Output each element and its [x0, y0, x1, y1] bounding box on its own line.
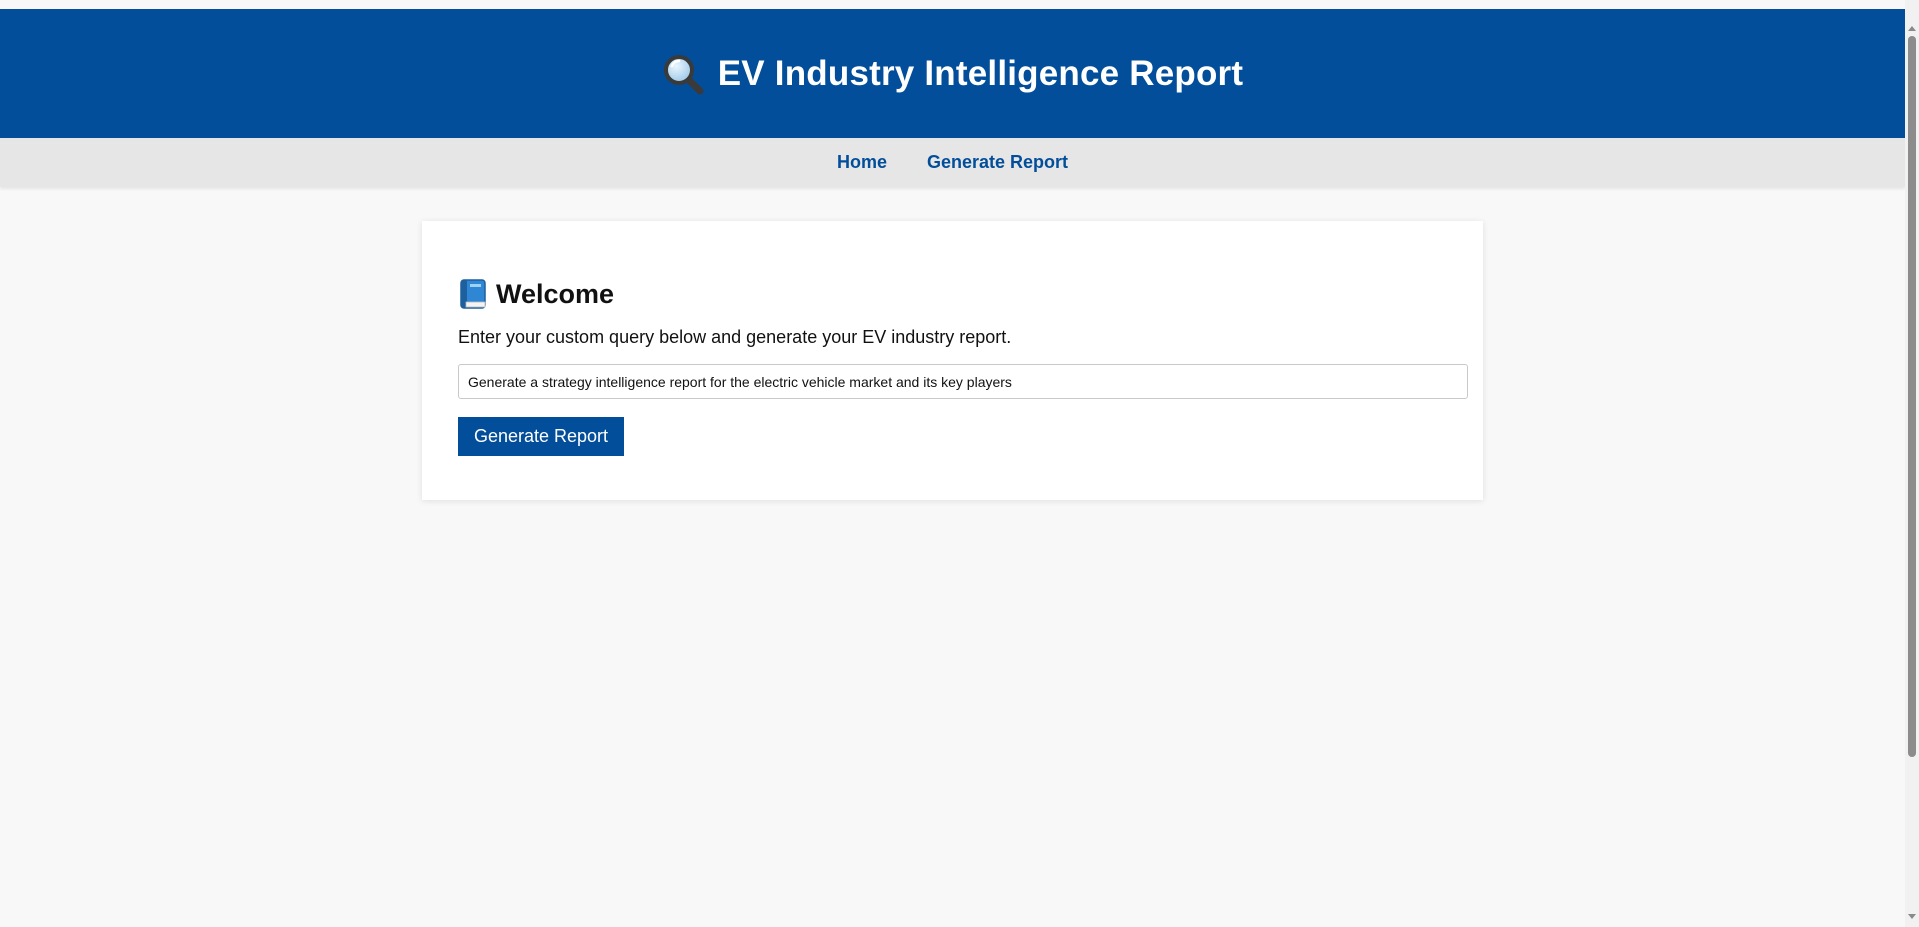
nav-link-home[interactable]: Home — [837, 152, 887, 173]
header-title-text: EV Industry Intelligence Report — [717, 53, 1244, 93]
top-nav: Home Generate Report — [0, 138, 1905, 187]
scroll-down-icon[interactable] — [1908, 914, 1916, 919]
top-strip — [0, 0, 1905, 9]
magnifier-icon — [662, 53, 704, 95]
welcome-heading-text: Welcome — [496, 278, 615, 309]
welcome-card: Welcome Enter your custom query below an… — [422, 221, 1483, 500]
vertical-scrollbar[interactable] — [1905, 0, 1919, 927]
generate-report-button[interactable]: Generate Report — [458, 417, 624, 456]
scroll-up-icon[interactable] — [1908, 26, 1916, 31]
query-input[interactable] — [458, 364, 1468, 399]
page: EV Industry Intelligence Report Home Gen… — [0, 0, 1919, 927]
welcome-heading: Welcome — [458, 277, 1467, 311]
page-title: EV Industry Intelligence Report — [662, 53, 1243, 95]
app-header: EV Industry Intelligence Report — [0, 9, 1905, 138]
scrollbar-thumb[interactable] — [1908, 36, 1916, 757]
nav-link-generate-report[interactable]: Generate Report — [927, 152, 1068, 173]
welcome-description: Enter your custom query below and genera… — [458, 327, 1012, 347]
book-icon — [458, 278, 488, 310]
